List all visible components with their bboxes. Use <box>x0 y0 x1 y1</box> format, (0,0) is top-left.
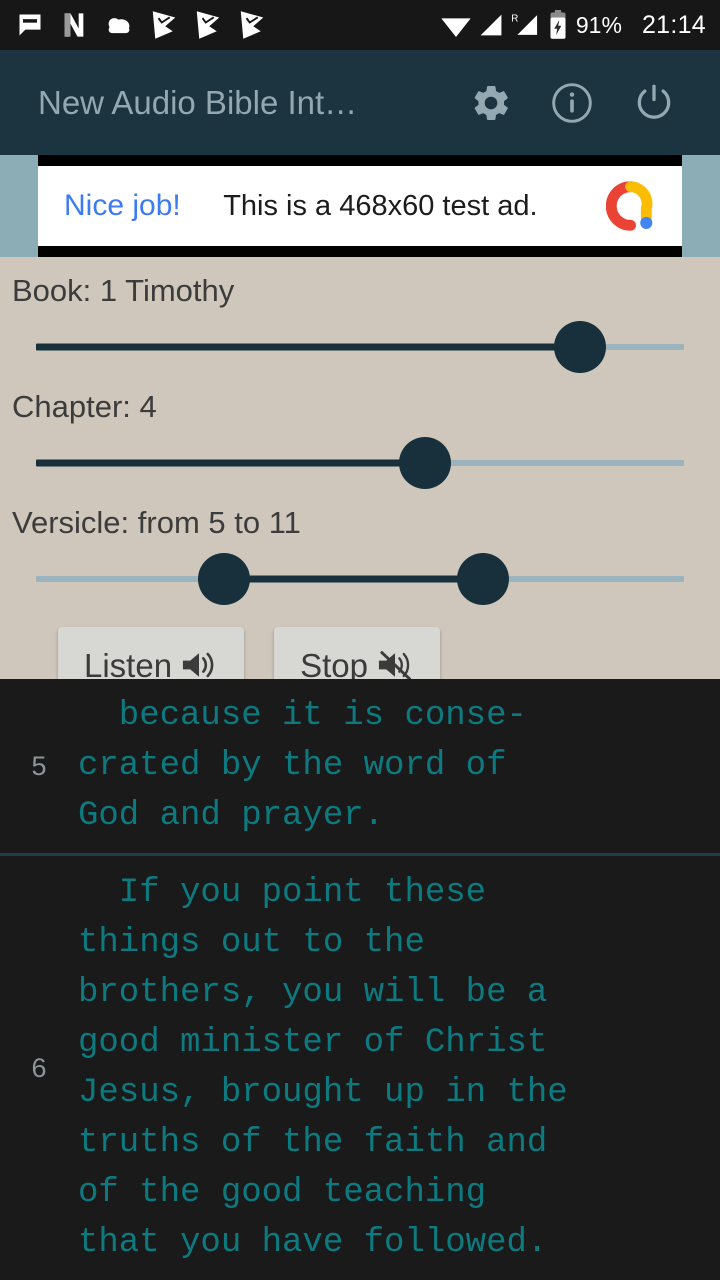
book-label: Book: 1 Timothy <box>12 273 235 308</box>
chapter-slider-track[interactable] <box>36 437 684 489</box>
wifi-icon <box>441 18 471 37</box>
chapter-slider-thumb[interactable] <box>398 437 451 489</box>
roaming-label: R <box>511 13 518 24</box>
battery-percent-label: 91% <box>575 11 622 38</box>
check-flag-icon <box>240 11 264 39</box>
listen-button-label: Listen <box>84 646 173 684</box>
signal-icon <box>480 14 502 36</box>
versicle-range-slider[interactable] <box>0 545 720 613</box>
admob-logo-icon <box>606 181 653 231</box>
ad-content[interactable]: Nice job! This is a 468x60 test ad. <box>38 166 682 246</box>
verse-number: 5 <box>31 750 47 781</box>
list-item[interactable]: 6 If you point these things out to the b… <box>0 856 720 1280</box>
ad-banner[interactable]: Nice job! This is a 468x60 test ad. <box>0 155 720 257</box>
netflix-n-icon <box>64 13 84 37</box>
check-flag-icon <box>152 11 176 39</box>
power-icon[interactable] <box>632 81 676 125</box>
versicle-label: Versicle: from 5 to 11 <box>12 505 301 540</box>
status-bar-clock: 21:14 <box>641 10 706 39</box>
verse-text: because it is conse- crated by the word … <box>78 697 527 835</box>
speaker-on-icon <box>182 652 214 678</box>
verse-list[interactable]: 5 because it is conse- crated by the wor… <box>0 679 720 1280</box>
verse-text: If you point these things out to the bro… <box>78 874 568 1262</box>
list-item[interactable]: 5 because it is conse- crated by the wor… <box>0 679 720 853</box>
gear-icon[interactable] <box>470 82 512 124</box>
chapter-slider[interactable] <box>0 429 720 497</box>
chapter-slider-fill <box>36 459 425 467</box>
status-bar-right-icons: R 91% 21:14 <box>440 10 706 40</box>
playback-controls-panel: Book: 1 Timothy Chapter: 4 Versicle: fro… <box>0 257 720 721</box>
info-circle-icon[interactable] <box>550 81 594 125</box>
ad-cta-label: Nice job! <box>64 189 181 222</box>
book-slider-fill <box>36 343 581 351</box>
status-bar: R 91% 21:14 <box>0 0 720 50</box>
chapter-label: Chapter: 4 <box>12 389 157 424</box>
book-slider-track[interactable] <box>36 321 684 373</box>
ad-frame: Nice job! This is a 468x60 test ad. <box>38 155 682 257</box>
message-icon <box>19 14 41 36</box>
speaker-muted-icon <box>378 651 412 681</box>
verse-number: 6 <box>31 1052 47 1083</box>
cloud-icon <box>108 18 130 34</box>
stop-button-label: Stop <box>300 646 368 684</box>
status-bar-left-icons <box>16 10 440 40</box>
ad-body-text: This is a 468x60 test ad. <box>223 189 538 222</box>
battery-charging-icon <box>550 10 566 39</box>
versicle-slider-track[interactable] <box>36 553 684 605</box>
app-bar-actions <box>470 81 698 125</box>
signal-roaming-icon: R <box>511 13 537 35</box>
versicle-slider-thumb-high[interactable] <box>457 553 510 605</box>
book-slider-thumb[interactable] <box>554 321 607 373</box>
book-slider[interactable] <box>0 313 720 381</box>
app-bar: New Audio Bible Int… <box>0 50 720 155</box>
page-title: New Audio Bible Int… <box>38 83 358 121</box>
check-flag-icon <box>196 11 220 39</box>
versicle-slider-fill <box>223 575 484 583</box>
versicle-slider-thumb-low[interactable] <box>197 553 250 605</box>
